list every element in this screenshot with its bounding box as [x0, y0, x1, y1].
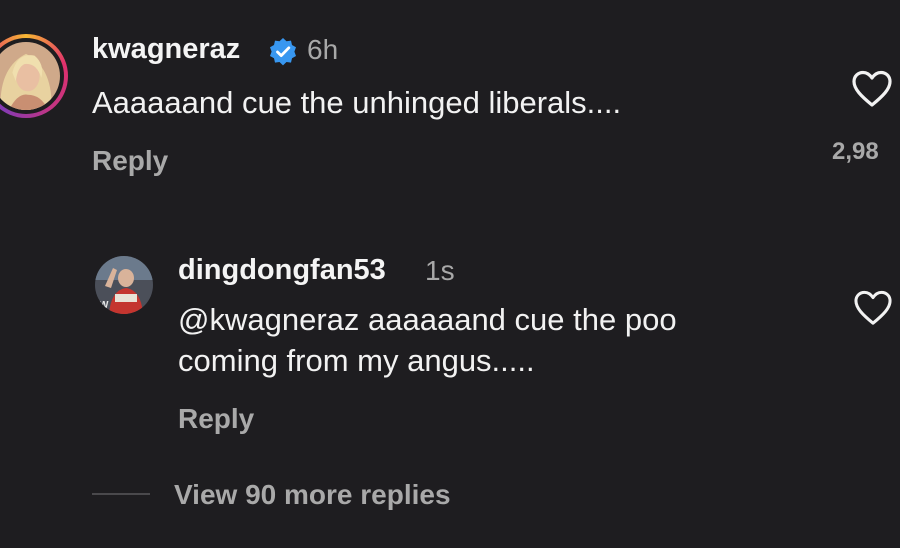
reply-reply-button[interactable]: Reply — [178, 403, 254, 435]
reply-text-line-1: @kwagneraz aaaaaand cue the poo — [178, 302, 677, 337]
comment-reply-button[interactable]: Reply — [92, 145, 168, 177]
reply-username[interactable]: dingdongfan53 — [178, 254, 386, 287]
heart-outline-icon[interactable] — [853, 290, 893, 326]
svg-text:W: W — [99, 300, 109, 311]
view-more-replies-button[interactable]: View 90 more replies — [174, 479, 451, 511]
verified-badge-icon — [270, 38, 296, 66]
comment-timestamp: 6h — [307, 34, 339, 65]
comment-text: Aaaaaand cue the unhinged liberals.... — [92, 85, 622, 120]
reply-timestamp: 1s — [425, 255, 455, 286]
replies-divider — [92, 493, 150, 495]
reply-avatar[interactable]: W — [95, 256, 153, 314]
comment-username[interactable]: kwagneraz — [92, 33, 240, 66]
comment-avatar-story-ring[interactable] — [0, 34, 68, 118]
comment-like-count: 2,98 — [832, 138, 879, 165]
heart-outline-icon[interactable] — [851, 70, 893, 108]
comment-avatar — [0, 42, 60, 110]
reply-text-line-2: coming from my angus..... — [178, 343, 535, 378]
